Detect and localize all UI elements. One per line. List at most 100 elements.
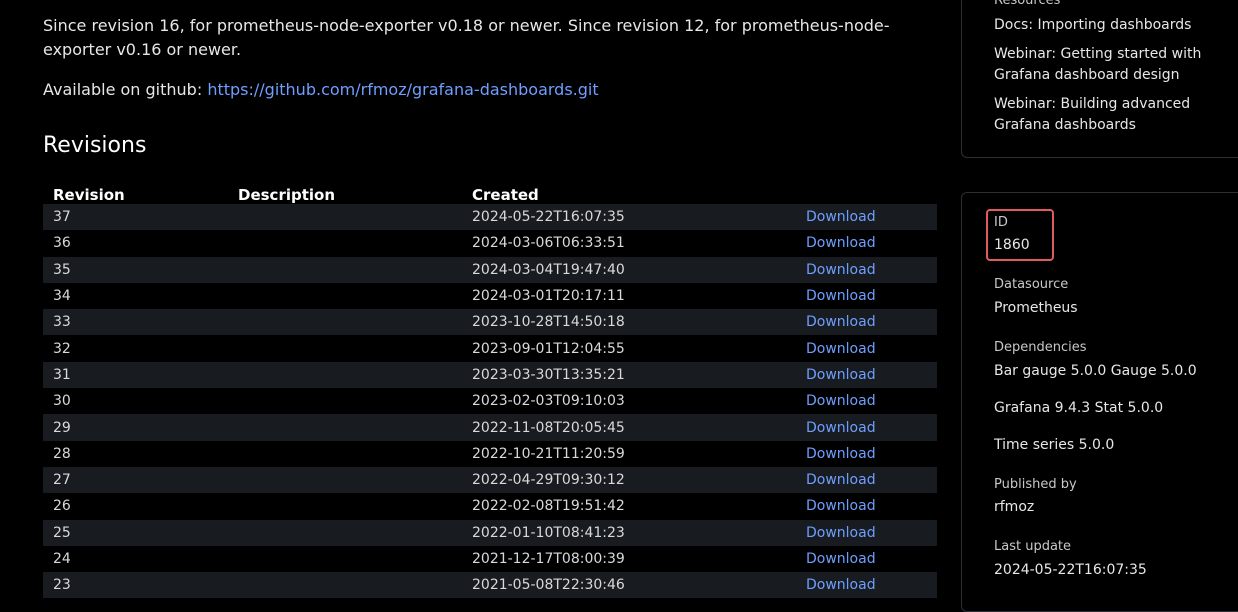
dependency-item: Bar gauge 5.0.0 Gauge 5.0.0 <box>994 363 1197 379</box>
table-row: 29 2022-11-08T20:05:45 Download <box>43 414 937 441</box>
download-link[interactable]: Download <box>806 577 876 593</box>
description-cell <box>228 335 462 361</box>
table-row: 37 2024-05-22T16:07:35 Download <box>43 204 937 231</box>
revision-cell: 34 <box>53 288 71 305</box>
table-row: 30 2023-02-03T09:10:03 Download <box>43 388 937 414</box>
download-cell: Download <box>796 230 937 256</box>
created-cell: 2023-09-01T12:04:55 <box>472 340 625 357</box>
download-cell: Download <box>796 204 937 231</box>
download-cell: Download <box>796 335 937 361</box>
table-row: 32 2023-09-01T12:04:55 Download <box>43 335 937 361</box>
created-cell: 2021-05-08T22:30:46 <box>462 572 796 599</box>
last-update-label: Last update <box>994 539 1072 554</box>
github-prefix: Available on github: <box>43 80 208 99</box>
created-cell: 2023-10-28T14:50:18 <box>462 309 796 336</box>
download-cell: Download <box>796 256 937 283</box>
download-link[interactable]: Download <box>806 209 876 225</box>
download-cell: Download <box>796 519 937 546</box>
download-link[interactable]: Download <box>806 341 876 357</box>
created-cell: 2022-11-08T20:05:45 <box>462 414 796 441</box>
revision-cell: 26 <box>53 498 71 515</box>
revision-cell: 30 <box>53 393 71 410</box>
download-link[interactable]: Download <box>806 367 876 383</box>
download-link[interactable]: Download <box>806 314 876 330</box>
resources-label: Resources <box>994 0 1061 8</box>
description-cell <box>228 493 462 519</box>
download-link[interactable]: Download <box>806 420 876 436</box>
table-row: 35 2024-03-04T19:47:40 Download <box>43 256 937 283</box>
table-row: 26 2022-02-08T19:51:42 Download <box>43 493 937 519</box>
revision-cell: 31 <box>43 361 228 389</box>
datasource-label: Datasource <box>994 277 1069 292</box>
table-row: 28 2022-10-21T11:20:59 Download <box>43 441 937 467</box>
download-link[interactable]: Download <box>806 498 876 514</box>
download-cell: Download <box>796 466 937 494</box>
download-link[interactable]: Download <box>806 393 876 409</box>
github-link[interactable]: https://github.com/rfmoz/grafana-dashboa… <box>207 80 598 99</box>
id-value: 1860 <box>994 237 1030 253</box>
created-cell: 2024-03-06T06:33:51 <box>472 235 625 252</box>
download-link[interactable]: Download <box>806 288 876 304</box>
download-link[interactable]: Download <box>806 525 876 541</box>
created-cell: 2024-03-01T20:17:11 <box>472 288 625 305</box>
resources-panel: Resources Docs: Importing dashboards Web… <box>961 0 1238 158</box>
revision-cell: 37 <box>43 204 228 231</box>
table-row: 27 2022-04-29T09:30:12 Download <box>43 466 937 494</box>
description-cell <box>228 283 462 309</box>
created-cell: 2022-02-08T19:51:42 <box>472 498 625 515</box>
description-cell <box>228 572 462 599</box>
download-link[interactable]: Download <box>806 472 876 488</box>
created-cell: 2024-03-04T19:47:40 <box>462 256 796 283</box>
download-cell: Download <box>796 493 937 519</box>
table-row: 31 2023-03-30T13:35:21 Download <box>43 361 937 389</box>
revision-cell: 23 <box>43 572 228 599</box>
revision-cell: 28 <box>53 445 71 462</box>
description-cell <box>228 414 462 441</box>
table-row: 34 2024-03-01T20:17:11 Download <box>43 283 937 309</box>
revision-cell: 25 <box>43 519 228 546</box>
created-cell: 2022-04-29T09:30:12 <box>462 466 796 494</box>
header-created: Created <box>472 186 539 204</box>
table-row: 24 2021-12-17T08:00:39 Download <box>43 546 937 572</box>
download-link[interactable]: Download <box>806 551 876 567</box>
created-cell: 2022-01-10T08:41:23 <box>462 519 796 546</box>
published-by-label: Published by <box>994 477 1077 492</box>
webinar-getting-started-link[interactable]: Webinar: Getting started with Grafana da… <box>994 44 1204 86</box>
download-cell: Download <box>796 309 937 336</box>
download-link[interactable]: Download <box>806 446 876 462</box>
webinar-building-advanced-link[interactable]: Webinar: Building advanced Grafana dashb… <box>994 94 1204 136</box>
revision-cell: 33 <box>43 309 228 336</box>
header-download <box>796 178 937 204</box>
dependencies-label: Dependencies <box>994 340 1087 355</box>
revisions-table-body: 37 2024-05-22T16:07:35 Download 36 2024-03-0… <box>43 204 937 599</box>
description-cell <box>228 361 462 389</box>
download-link[interactable]: Download <box>806 235 876 251</box>
revision-cell: 24 <box>53 551 71 567</box>
description-cell <box>228 466 462 494</box>
created-cell: 2023-03-30T13:35:21 <box>462 361 796 389</box>
docs-importing-dashboards-link[interactable]: Docs: Importing dashboards <box>994 15 1204 36</box>
intro-text: Since revision 16, for prometheus-node-e… <box>43 16 890 59</box>
description-cell <box>228 230 462 256</box>
download-cell: Download <box>796 572 937 599</box>
description-cell <box>228 519 462 546</box>
download-cell: Download <box>796 441 937 467</box>
revisions-title: Revisions <box>43 133 147 158</box>
created-cell: 2024-05-22T16:07:35 <box>462 204 796 231</box>
revision-cell: 36 <box>53 235 71 252</box>
description-cell <box>228 256 462 283</box>
revision-cell: 35 <box>43 256 228 283</box>
revision-cell: 27 <box>43 466 228 494</box>
table-row: 33 2023-10-28T14:50:18 Download <box>43 309 937 336</box>
download-cell: Download <box>796 283 937 309</box>
created-cell: 2022-10-21T11:20:59 <box>472 445 625 462</box>
table-header-row: Revision Description Created <box>43 178 937 204</box>
id-label: ID <box>994 215 1008 230</box>
created-cell: 2023-02-03T09:10:03 <box>472 393 625 410</box>
dependency-item: Grafana 9.4.3 Stat 5.0.0 <box>994 400 1164 416</box>
description-cell <box>228 441 462 467</box>
download-cell: Download <box>796 414 937 441</box>
description-cell <box>228 204 462 231</box>
download-link[interactable]: Download <box>806 262 876 278</box>
table-row: 23 2021-05-08T22:30:46 Download <box>43 572 937 599</box>
